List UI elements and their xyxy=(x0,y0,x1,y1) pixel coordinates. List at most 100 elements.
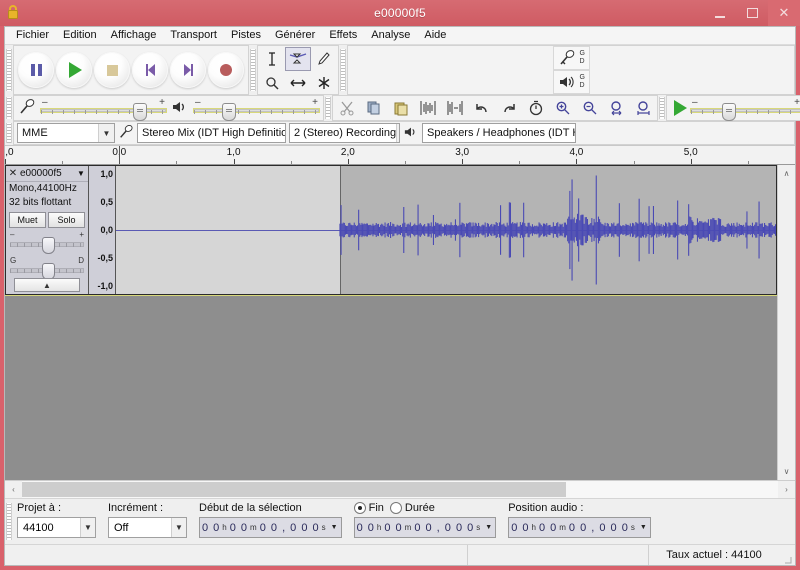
copy-button[interactable] xyxy=(360,95,387,121)
menu-effets[interactable]: Effets xyxy=(322,27,364,44)
close-icon[interactable]: ✕ xyxy=(6,168,20,179)
duration-radio-label: Durée xyxy=(404,502,435,514)
menu-analyse[interactable]: Analyse xyxy=(364,27,417,44)
menu-edition[interactable]: Edition xyxy=(56,27,104,44)
cut-button[interactable] xyxy=(333,95,360,121)
menu-pistes[interactable]: Pistes xyxy=(224,27,268,44)
minimize-button[interactable] xyxy=(704,0,736,26)
solo-button[interactable]: Solo xyxy=(48,212,85,228)
pause-button[interactable] xyxy=(18,52,54,88)
zoom-out-button[interactable] xyxy=(576,95,603,121)
project-rate-select[interactable]: 44100 ▼ xyxy=(17,517,96,538)
trim-outside-button[interactable] xyxy=(414,95,441,121)
play-button[interactable] xyxy=(56,52,92,88)
recording-channels-select[interactable]: 2 (Stereo) Recording ▼ xyxy=(289,123,400,143)
microphone-icon xyxy=(554,49,580,67)
timeline-ruler[interactable]: -1,00,01,02,03,04,05,06,0 xyxy=(5,145,795,165)
track-gain-slider[interactable]: – + xyxy=(10,230,84,254)
hscroll-thumb[interactable] xyxy=(22,482,567,497)
play-meter[interactable]: GD -57-54-51-48-45-42-39-36-33-30-27-24-… xyxy=(552,70,590,94)
zoom-in-button[interactable] xyxy=(549,95,576,121)
tools-grip[interactable] xyxy=(249,45,257,95)
timeshift-tool[interactable] xyxy=(285,71,311,95)
snap-to-select[interactable]: Off ▼ xyxy=(108,517,187,538)
selection-tool[interactable] xyxy=(259,47,285,71)
mute-button[interactable]: Muet xyxy=(9,212,46,228)
waveform-display[interactable] xyxy=(116,166,776,294)
playback-device-select[interactable]: Speakers / Headphones (IDT H ▼ xyxy=(422,123,576,143)
maximize-button[interactable] xyxy=(736,0,768,26)
meter-grip[interactable] xyxy=(339,45,347,95)
transport-grip[interactable] xyxy=(5,45,13,95)
scroll-left-button[interactable]: ‹ xyxy=(5,481,22,498)
play-speed-grip[interactable] xyxy=(658,95,666,121)
duration-radio[interactable]: Durée xyxy=(389,502,435,514)
end-duration-radios: Fin Durée xyxy=(353,502,497,514)
skip-end-button[interactable] xyxy=(170,52,206,88)
selection-end-field[interactable]: 0 0 h 0 0 m 0 0 , 0 0 0 s ▼ xyxy=(353,517,497,538)
input-volume-thumb[interactable] xyxy=(132,103,147,121)
record-button[interactable] xyxy=(208,52,244,88)
resize-grip-icon[interactable] xyxy=(779,544,795,566)
mixer-grip[interactable] xyxy=(5,95,13,121)
ruler-label: 5,0 xyxy=(683,147,698,158)
audio-position-field[interactable]: 0 0 h 0 0 m 0 0 , 0 0 0 s ▼ xyxy=(508,517,651,538)
menu-transport[interactable]: Transport xyxy=(163,27,224,44)
ruler-major-tick xyxy=(462,159,464,164)
fit-selection-button[interactable] xyxy=(603,95,630,121)
play-speed-slider[interactable]: – + xyxy=(690,97,800,121)
chevron-down-icon[interactable]: ▼ xyxy=(74,169,88,178)
record-meter[interactable]: GD Click to Start Monitoring -57-54-51-4… xyxy=(552,46,590,70)
output-volume-slider[interactable]: – + xyxy=(193,97,320,121)
undo-button[interactable] xyxy=(468,95,495,121)
input-volume-slider[interactable]: – + xyxy=(40,97,167,121)
chevron-down-icon[interactable]: ▼ xyxy=(640,524,648,531)
menu-generer[interactable]: Générer xyxy=(268,27,322,44)
scroll-up-button[interactable]: ∧ xyxy=(778,165,795,182)
hscroll-track[interactable] xyxy=(22,481,778,498)
output-volume-thumb[interactable] xyxy=(221,103,236,121)
fit-project-icon xyxy=(636,101,650,115)
recording-device-select[interactable]: Stereo Mix (IDT High Definition ▼ xyxy=(137,123,286,143)
draw-tool[interactable] xyxy=(311,47,337,71)
scroll-right-button[interactable]: › xyxy=(778,481,795,498)
play-speed-thumb[interactable] xyxy=(722,103,737,121)
end-radio[interactable]: Fin xyxy=(353,502,384,514)
device-grip[interactable] xyxy=(5,121,13,145)
play-at-speed-button[interactable] xyxy=(671,100,687,116)
recording-device-value: Stereo Mix (IDT High Definition xyxy=(142,127,286,139)
unit-h: h xyxy=(376,523,383,532)
edit-grip[interactable] xyxy=(324,95,332,121)
menu-bar: Fichier Edition Affichage Transport Pist… xyxy=(5,27,795,45)
track-name[interactable]: e00000f5 xyxy=(20,168,74,179)
silence-selection-button[interactable] xyxy=(441,95,468,121)
menu-fichier[interactable]: Fichier xyxy=(9,27,56,44)
stop-button[interactable] xyxy=(94,52,130,88)
chevron-down-icon[interactable]: ▼ xyxy=(485,524,493,531)
start-hours: 0 0 xyxy=(202,521,221,534)
scroll-down-button[interactable]: ∨ xyxy=(778,463,795,480)
selection-grip[interactable] xyxy=(5,499,13,544)
horizontal-scrollbar[interactable]: ‹ › xyxy=(5,480,795,498)
skip-start-button[interactable] xyxy=(132,52,168,88)
fit-project-button[interactable] xyxy=(630,95,657,121)
paste-button[interactable] xyxy=(387,95,414,121)
chevron-down-icon[interactable]: ▼ xyxy=(331,524,339,531)
chevron-down-icon: ▼ xyxy=(80,518,95,537)
selection-start-field[interactable]: 0 0 h 0 0 m 0 0 , 0 0 0 s ▼ xyxy=(199,517,342,538)
close-button[interactable]: ✕ xyxy=(768,0,800,26)
audio-position-group: Position audio : 0 0 h 0 0 m 0 0 , 0 0 0… xyxy=(504,499,659,544)
ruler-major-tick xyxy=(233,159,235,164)
redo-button[interactable] xyxy=(495,95,522,121)
track-collapse-button[interactable]: ▲ xyxy=(14,278,80,292)
vertical-scrollbar[interactable]: ∧ ∨ xyxy=(777,165,795,480)
envelope-tool[interactable] xyxy=(285,47,311,71)
audio-host-select[interactable]: MME ▼ xyxy=(17,123,115,143)
menu-aide[interactable]: Aide xyxy=(417,27,453,44)
multi-tool[interactable] xyxy=(311,71,337,95)
recording-device-icon xyxy=(118,124,134,143)
zoom-tool[interactable] xyxy=(259,71,285,95)
sync-lock-button[interactable] xyxy=(522,95,549,121)
track-pan-slider[interactable]: G D xyxy=(10,256,84,280)
menu-affichage[interactable]: Affichage xyxy=(104,27,164,44)
